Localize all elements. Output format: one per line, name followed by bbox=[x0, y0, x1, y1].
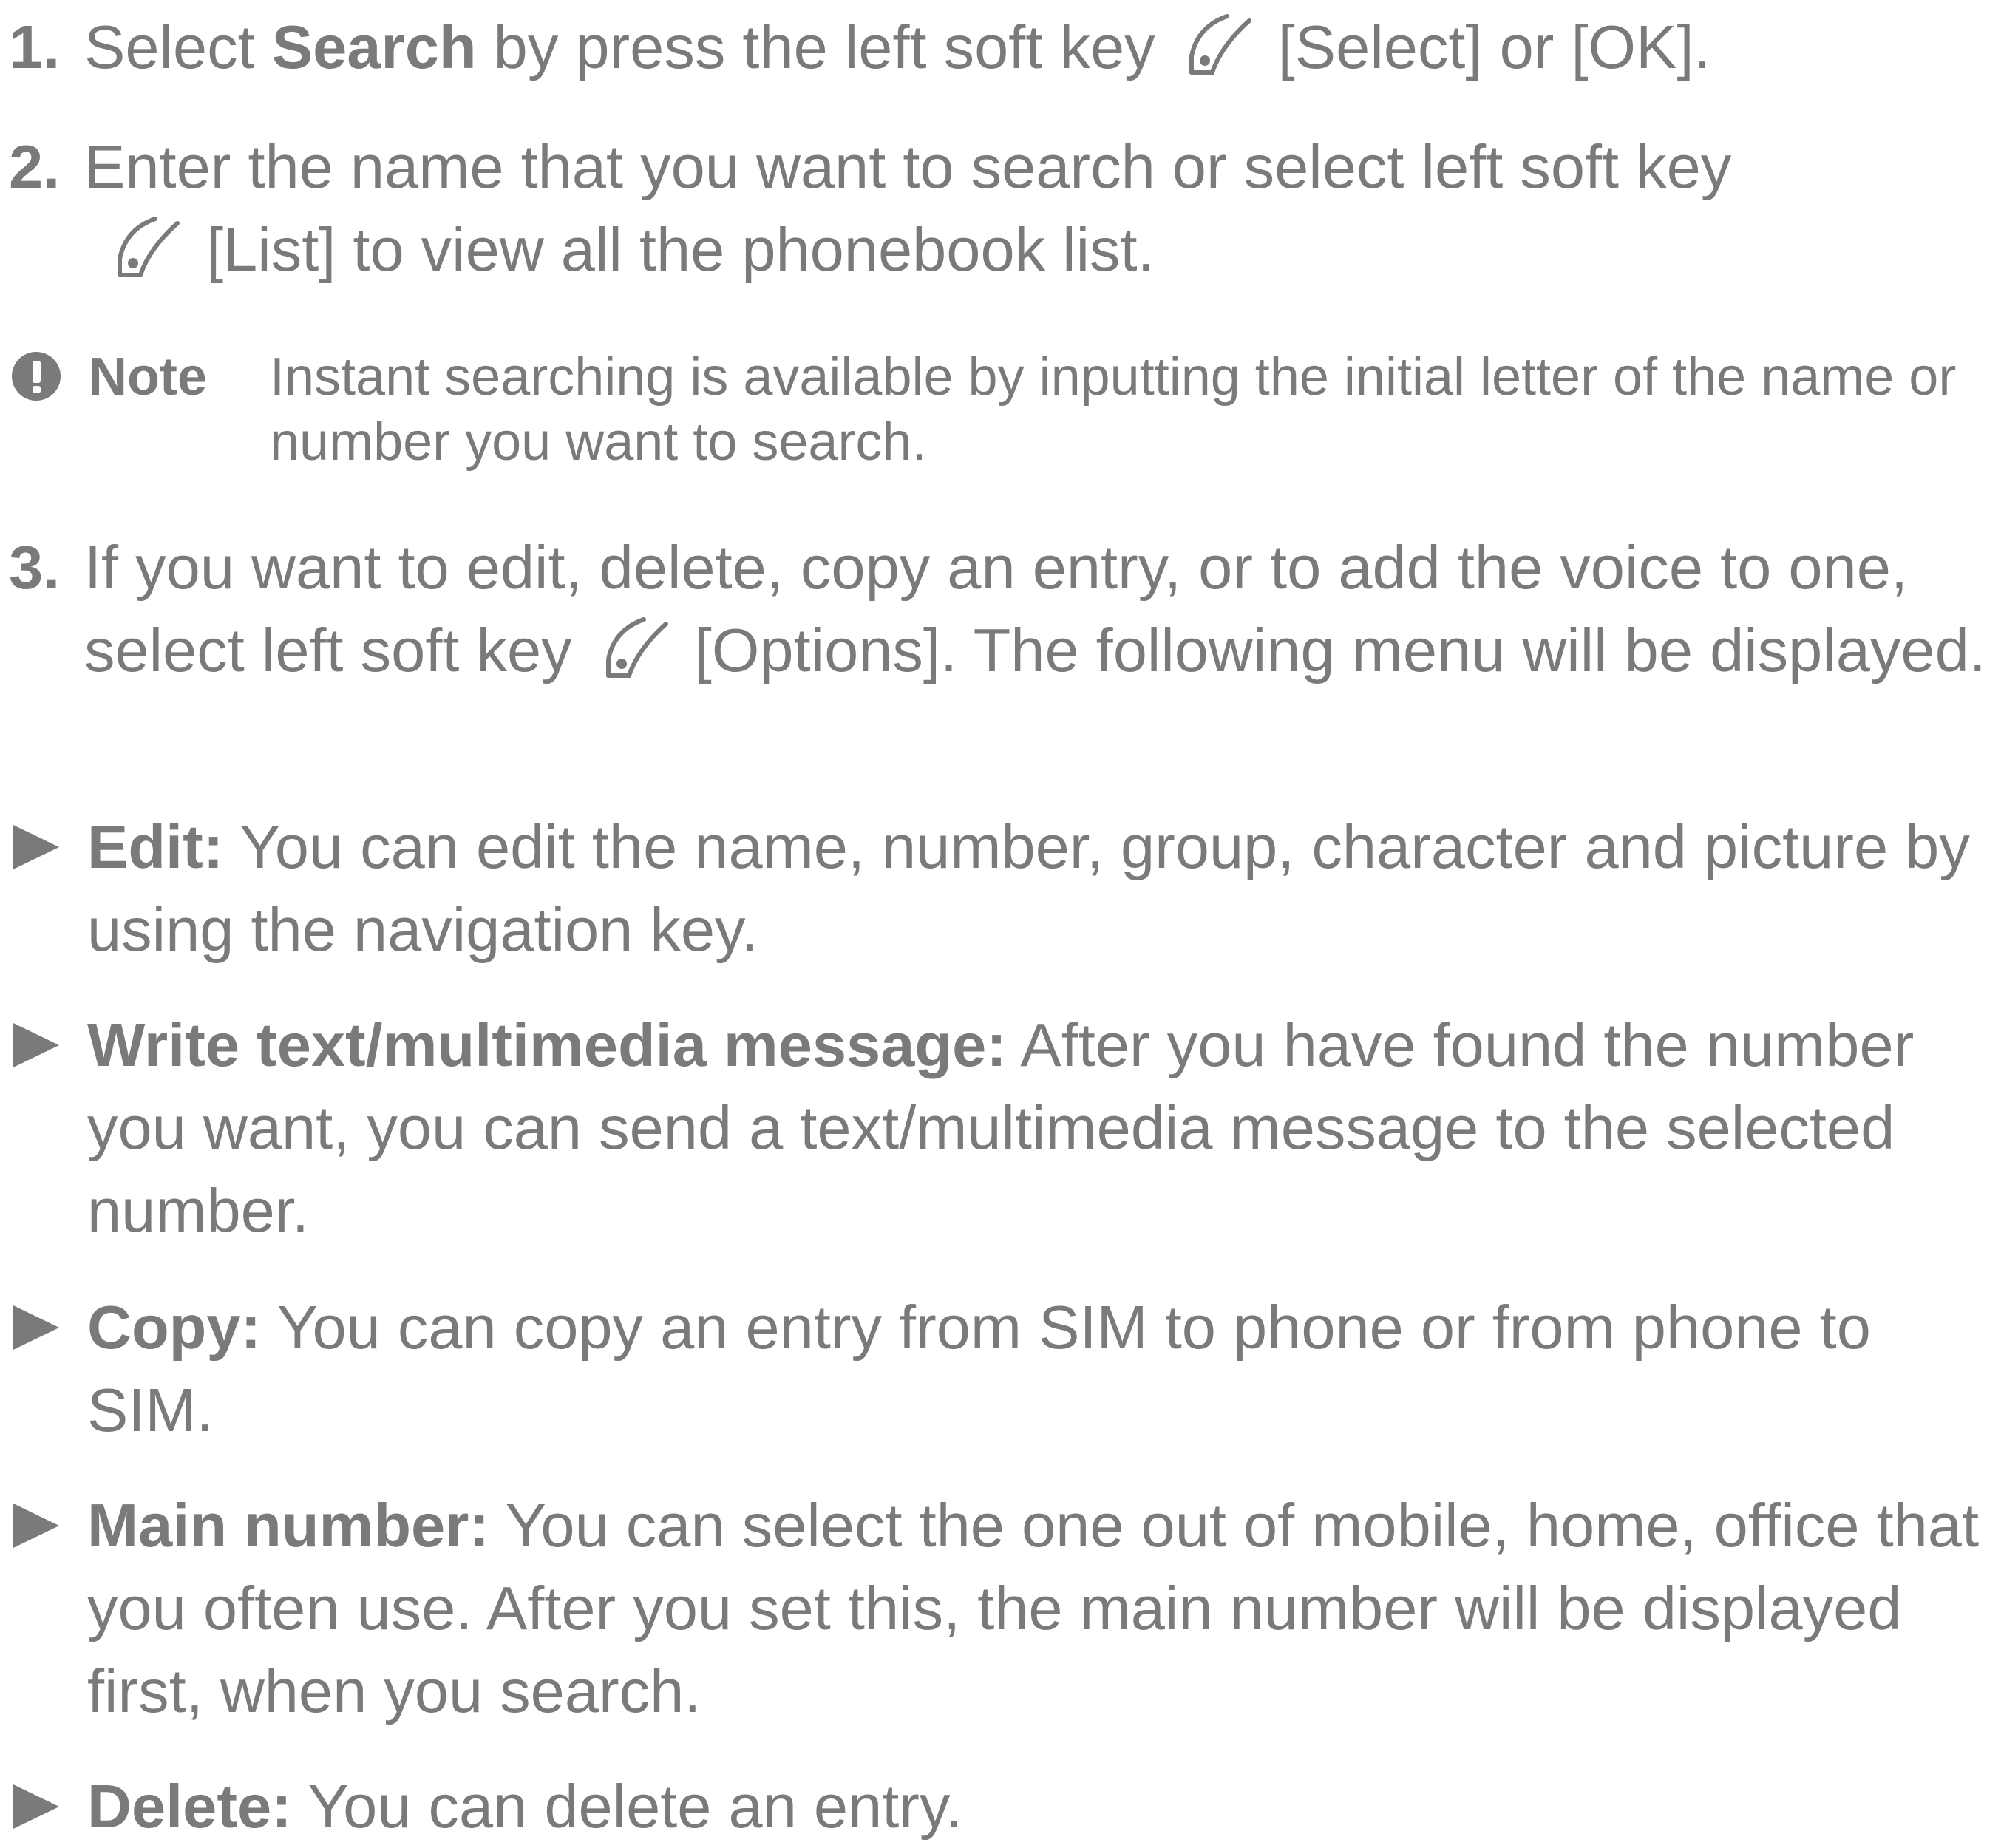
left-soft-key-icon bbox=[101, 210, 189, 284]
step-3: 3. If you want to edit, delete, copy an … bbox=[0, 526, 2001, 775]
triangle-bullet-icon bbox=[13, 825, 59, 869]
bullet-item-copy: Copy: You can copy an entry from SIM to … bbox=[0, 1286, 2001, 1452]
step-text: Select Search by press the left soft key… bbox=[84, 6, 1995, 89]
step-text: If you want to edit, delete, copy an ent… bbox=[84, 526, 1995, 692]
bullet-term: Copy: bbox=[87, 1293, 262, 1362]
bullet-description: You can edit the name, number, group, ch… bbox=[87, 812, 1970, 964]
bullet-term: Write text/multimedia message: bbox=[87, 1010, 1007, 1079]
note-label: Note bbox=[89, 347, 207, 407]
bullet-text: Write text/multimedia message: After you… bbox=[87, 1004, 1998, 1252]
step-bold-term: Search bbox=[271, 13, 477, 81]
soft-key-label: [Options]. The following menu will be di… bbox=[694, 616, 1986, 684]
step-number: 2. bbox=[9, 132, 61, 201]
note-text: Instant searching is available by inputt… bbox=[270, 347, 1957, 472]
step-text-line: Enter the name that you want to search o… bbox=[84, 132, 1732, 201]
step-number: 3. bbox=[9, 533, 61, 602]
soft-key-label: [Select] or [OK]. bbox=[1277, 13, 1711, 81]
triangle-bullet-icon bbox=[13, 1784, 59, 1829]
bullet-item-main-number: Main number: You can select the one out … bbox=[0, 1484, 2001, 1733]
step-1: 1. Select Search by press the left soft … bbox=[0, 6, 2001, 89]
step-number: 1. bbox=[9, 13, 61, 81]
step-text-before: Select bbox=[84, 13, 272, 81]
manual-page: 1. Select Search by press the left soft … bbox=[0, 0, 2001, 1841]
bullet-item-delete: Delete: You can delete an entry. bbox=[0, 1765, 2001, 1848]
bullet-item-edit: Edit: You can edit the name, number, gro… bbox=[0, 806, 2001, 971]
bullet-text: Copy: You can copy an entry from SIM to … bbox=[87, 1286, 1998, 1452]
bullet-term: Main number: bbox=[87, 1491, 490, 1560]
step-text-after: by press the left soft key bbox=[476, 13, 1172, 81]
triangle-bullet-icon bbox=[13, 1504, 59, 1548]
bullet-text: Main number: You can select the one out … bbox=[87, 1484, 1998, 1733]
exclamation-circle-icon bbox=[12, 352, 61, 401]
bullet-term: Delete: bbox=[87, 1772, 292, 1841]
left-soft-key-icon bbox=[1172, 7, 1261, 81]
triangle-bullet-icon bbox=[13, 1023, 59, 1067]
step-text: Enter the name that you want to search o… bbox=[84, 126, 1995, 291]
left-soft-key-icon bbox=[589, 611, 678, 684]
bullet-description: You can copy an entry from SIM to phone … bbox=[87, 1293, 1871, 1444]
soft-key-label: [List] to view all the phonebook list. bbox=[206, 215, 1155, 284]
bullet-text: Delete: You can delete an entry. bbox=[87, 1765, 1998, 1848]
bullet-description: You can delete an entry. bbox=[291, 1772, 963, 1841]
bullet-term: Edit: bbox=[87, 812, 224, 881]
bullet-text: Edit: You can edit the name, number, gro… bbox=[87, 806, 1998, 971]
bullet-item-write-message: Write text/multimedia message: After you… bbox=[0, 1004, 2001, 1252]
step-2: 2. Enter the name that you want to searc… bbox=[0, 126, 2001, 291]
triangle-bullet-icon bbox=[13, 1305, 59, 1350]
